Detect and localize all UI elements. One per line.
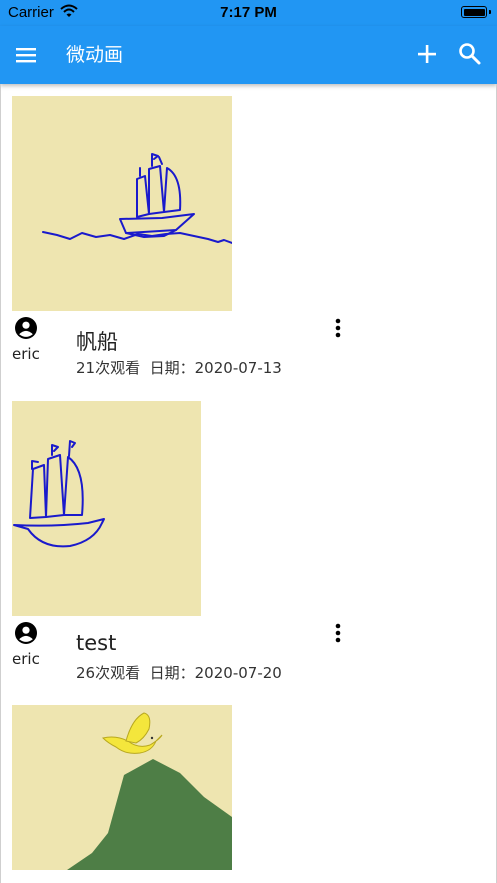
menu-icon[interactable] bbox=[14, 43, 38, 67]
view-count: 26次观看 bbox=[76, 664, 141, 682]
post-title: test bbox=[76, 631, 117, 655]
post-meta: 26次观看 日期：2020-07-20 bbox=[76, 662, 282, 683]
post-thumbnail[interactable] bbox=[12, 401, 201, 616]
more-vert-icon[interactable] bbox=[330, 316, 346, 340]
add-icon[interactable] bbox=[414, 41, 440, 67]
app-title: 微动画 bbox=[66, 44, 124, 66]
view-count: 21次观看 bbox=[76, 359, 141, 377]
search-icon[interactable] bbox=[457, 41, 483, 67]
status-bar: Carrier 7:17 PM bbox=[0, 0, 497, 26]
post-title: 帆船 bbox=[76, 330, 118, 354]
post-card[interactable]: eric 帆船 21次观看 日期：2020-07-13 bbox=[0, 96, 497, 396]
clock: 7:17 PM bbox=[220, 4, 277, 21]
more-vert-icon[interactable] bbox=[330, 621, 346, 645]
post-date: 日期：2020-07-20 bbox=[149, 664, 282, 682]
account-circle-icon[interactable] bbox=[14, 621, 38, 645]
bird-over-hill-drawing bbox=[67, 712, 232, 870]
ship-drawing bbox=[13, 440, 105, 548]
ship-drawing bbox=[42, 153, 232, 244]
post-date: 日期：2020-07-13 bbox=[149, 359, 282, 377]
post-thumbnail[interactable] bbox=[12, 705, 232, 870]
battery-icon bbox=[461, 6, 491, 18]
post-author: eric bbox=[12, 650, 40, 668]
post-meta: 21次观看 日期：2020-07-13 bbox=[76, 357, 282, 378]
post-author: eric bbox=[12, 345, 40, 363]
app-bar: 微动画 bbox=[0, 26, 497, 84]
account-circle-icon[interactable] bbox=[14, 316, 38, 340]
post-card[interactable]: eric test 26次观看 日期：2020-07-20 bbox=[0, 401, 497, 701]
post-thumbnail[interactable] bbox=[12, 96, 232, 311]
post-card[interactable] bbox=[0, 705, 497, 883]
